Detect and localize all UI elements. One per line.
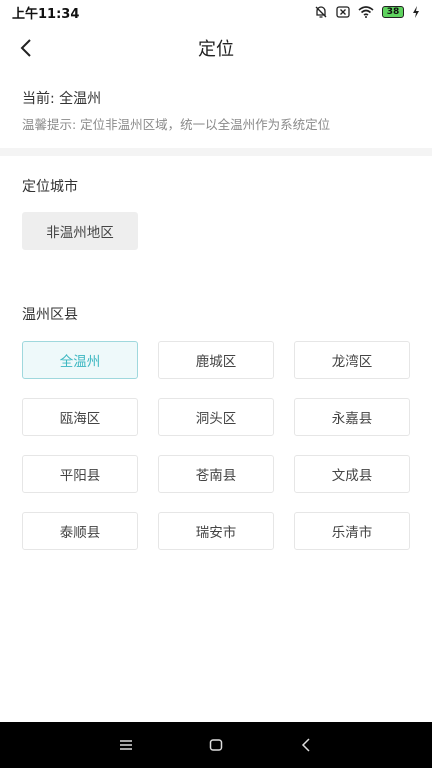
- district-chip[interactable]: 文成县: [294, 455, 410, 493]
- districts-title: 温州区县: [22, 307, 78, 323]
- district-chip[interactable]: 平阳县: [22, 455, 138, 493]
- wifi-icon: [358, 6, 374, 18]
- back-icon: [301, 738, 310, 752]
- status-icons: 38: [314, 5, 420, 19]
- system-nav-bar: [0, 722, 432, 768]
- district-chip[interactable]: 乐清市: [294, 512, 410, 550]
- current-location: 当前: 全温州: [22, 91, 102, 107]
- menu-button[interactable]: [81, 722, 171, 768]
- home-button[interactable]: [171, 722, 261, 768]
- location-city-title: 定位城市: [22, 179, 78, 195]
- district-chip[interactable]: 全温州: [22, 341, 138, 379]
- district-chip[interactable]: 瑞安市: [158, 512, 274, 550]
- header: 定位: [0, 24, 432, 72]
- district-chip[interactable]: 泰顺县: [22, 512, 138, 550]
- district-chip[interactable]: 永嘉县: [294, 398, 410, 436]
- chevron-left-icon: [20, 39, 31, 57]
- district-chip[interactable]: 瓯海区: [22, 398, 138, 436]
- bell-off-icon: [315, 6, 327, 18]
- page-title: 定位: [198, 39, 234, 60]
- district-chip[interactable]: 龙湾区: [294, 341, 410, 379]
- close-box-icon: [336, 6, 350, 18]
- home-icon: [209, 739, 223, 751]
- district-chip[interactable]: 鹿城区: [158, 341, 274, 379]
- status-bar: 上午11:34 38: [0, 0, 432, 24]
- back-nav-button[interactable]: [261, 722, 351, 768]
- charging-icon: [413, 6, 419, 18]
- menu-icon: [120, 740, 132, 750]
- non-wenzhou-button[interactable]: 非温州地区: [22, 212, 138, 250]
- location-tip: 温馨提示: 定位非温州区域，统一以全温州作为系统定位: [22, 117, 331, 132]
- status-time: 上午11:34: [12, 6, 80, 22]
- battery-icon: 38: [382, 6, 404, 18]
- section-divider: [0, 148, 432, 156]
- district-chip[interactable]: 洞头区: [158, 398, 274, 436]
- back-button[interactable]: [12, 34, 40, 62]
- district-chip[interactable]: 苍南县: [158, 455, 274, 493]
